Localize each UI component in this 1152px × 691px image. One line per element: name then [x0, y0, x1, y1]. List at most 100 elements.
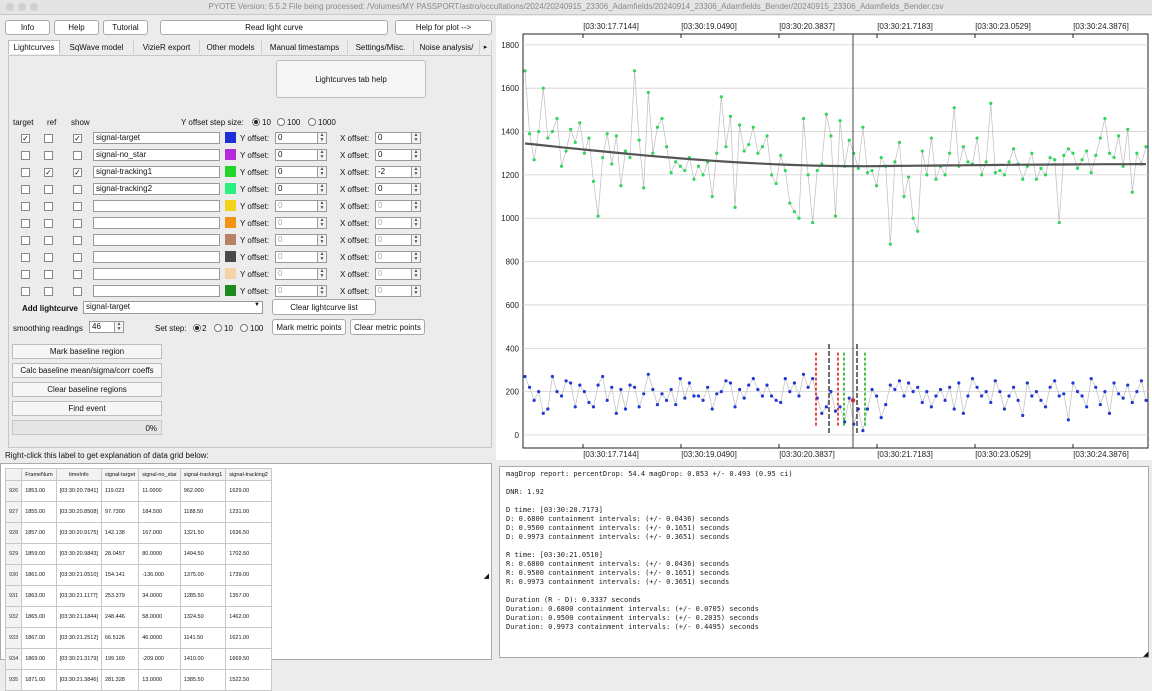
- table-cell[interactable]: 1871.00: [21, 669, 57, 691]
- step-1000-radio[interactable]: [308, 118, 316, 126]
- table-cell[interactable]: 1621.00: [225, 627, 272, 649]
- ref-checkbox[interactable]: [44, 202, 53, 211]
- table-cell[interactable]: 1739.00: [225, 564, 272, 586]
- column-header[interactable]: signal-no_star: [138, 468, 181, 481]
- column-header[interactable]: FrameNum: [21, 468, 57, 481]
- table-cell[interactable]: 1865.00: [21, 606, 57, 628]
- step-100-radio[interactable]: [277, 118, 285, 126]
- smoothing-readings-input[interactable]: 46: [89, 321, 115, 333]
- table-cell[interactable]: 11.0000: [138, 480, 181, 502]
- table-cell[interactable]: 1285.50: [179, 585, 227, 607]
- table-cell[interactable]: 1636.50: [225, 522, 272, 544]
- calc-baseline-button[interactable]: Calc baseline mean/sigma/corr coeffs: [12, 363, 162, 378]
- setstep-100-radio[interactable]: [240, 324, 248, 332]
- target-checkbox[interactable]: [21, 202, 30, 211]
- table-row[interactable]: 927 1855.00 [03:30:20.8508] 97.7300 184.500 1…: [4, 501, 272, 523]
- yoffset-input[interactable]: 0: [275, 183, 318, 195]
- table-cell[interactable]: 13.0000: [138, 669, 181, 691]
- row-header[interactable]: 927: [4, 501, 23, 523]
- target-checkbox[interactable]: [21, 253, 30, 262]
- table-cell[interactable]: 58.0000: [138, 606, 181, 628]
- step-10-radio[interactable]: [252, 118, 260, 126]
- show-checkbox[interactable]: [73, 185, 82, 194]
- row-header[interactable]: 930: [4, 564, 23, 586]
- row-header[interactable]: 935: [4, 669, 23, 691]
- target-checkbox[interactable]: [21, 270, 30, 279]
- yoffset-spinner[interactable]: ▲ ▼: [318, 149, 327, 161]
- target-checkbox[interactable]: [21, 219, 30, 228]
- table-cell[interactable]: 1669.50: [225, 648, 272, 670]
- table-cell[interactable]: 1861.00: [21, 564, 57, 586]
- row-header[interactable]: 926: [4, 480, 23, 502]
- help-for-plot-button[interactable]: Help for plot -->: [395, 20, 492, 35]
- table-cell[interactable]: -136.000: [138, 564, 181, 586]
- xoffset-spinner[interactable]: ▲ ▼: [412, 166, 421, 178]
- table-cell[interactable]: 1857.00: [21, 522, 57, 544]
- lightcurve-color-swatch[interactable]: [225, 268, 236, 279]
- ref-checkbox[interactable]: [44, 219, 53, 228]
- table-row[interactable]: 930 1861.00 [03:30:21.0510] 154.141 -136.000…: [4, 564, 272, 586]
- ref-checkbox[interactable]: [44, 236, 53, 245]
- xoffset-spinner[interactable]: ▲ ▼: [412, 183, 421, 195]
- table-cell[interactable]: [03:30:21.1844]: [55, 606, 102, 628]
- yoffset-input[interactable]: 0: [275, 166, 318, 178]
- row-header[interactable]: 932: [4, 606, 23, 628]
- table-cell[interactable]: 1869.00: [21, 648, 57, 670]
- table-cell[interactable]: 1702.50: [225, 543, 272, 565]
- read-light-curve-button[interactable]: Read light curve: [160, 20, 388, 35]
- tutorial-button[interactable]: Tutorial: [103, 20, 148, 35]
- xoffset-input[interactable]: 0: [375, 183, 412, 195]
- table-row[interactable]: 932 1865.00 [03:30:21.1844] 248.446 58.0000 1…: [4, 606, 272, 628]
- ref-checkbox[interactable]: [44, 151, 53, 160]
- tab-scroll-right-icon[interactable]: ▸: [480, 40, 492, 54]
- table-cell[interactable]: 97.7300: [100, 501, 140, 523]
- ref-checkbox[interactable]: [44, 270, 53, 279]
- ref-checkbox[interactable]: [44, 253, 53, 262]
- xoffset-input[interactable]: 0: [375, 234, 412, 246]
- table-cell[interactable]: 281.328: [100, 669, 140, 691]
- row-header[interactable]: 929: [4, 543, 23, 565]
- column-header[interactable]: signal-target: [100, 468, 140, 481]
- table-cell[interactable]: 1375.00: [179, 564, 227, 586]
- xoffset-spinner[interactable]: ▲ ▼: [412, 268, 421, 280]
- table-cell[interactable]: 66.5126: [100, 627, 140, 649]
- yoffset-spinner[interactable]: ▲ ▼: [318, 217, 327, 229]
- table-row[interactable]: 928 1857.00 [03:30:20.9175] 142.138 167.000 1…: [4, 522, 272, 544]
- xoffset-spinner[interactable]: ▲ ▼: [412, 200, 421, 212]
- find-event-button[interactable]: Find event: [12, 401, 162, 416]
- clear-lightcurve-list-button[interactable]: Clear lightcurve list: [272, 299, 376, 315]
- table-cell[interactable]: 1321.50: [179, 522, 227, 544]
- lightcurve-plot[interactable]: 0 200 400 600 800 1000 1200 1400 1600 1800 [03:30:…: [496, 16, 1152, 460]
- table-row[interactable]: 926 1853.00 [03:30:20.7841] 119.023 11.0000 9…: [4, 480, 272, 502]
- table-cell[interactable]: 248.446: [100, 606, 140, 628]
- lightcurve-color-swatch[interactable]: [225, 285, 236, 296]
- table-row[interactable]: 931 1863.00 [03:30:21.1177] 253.379 34.0000 1…: [4, 585, 272, 607]
- table-row[interactable]: 929 1859.00 [03:30:20.9843] 28.0457 80.0000 1…: [4, 543, 272, 565]
- xoffset-input[interactable]: 0: [375, 200, 412, 212]
- lightcurve-color-swatch[interactable]: [225, 251, 236, 262]
- row-header[interactable]: 933: [4, 627, 23, 649]
- table-cell[interactable]: 1855.00: [21, 501, 57, 523]
- xoffset-input[interactable]: -2: [375, 166, 412, 178]
- lightcurve-color-swatch[interactable]: [225, 183, 236, 194]
- yoffset-input[interactable]: 0: [275, 132, 318, 144]
- table-cell[interactable]: 34.0000: [138, 585, 181, 607]
- xoffset-spinner[interactable]: ▲ ▼: [412, 234, 421, 246]
- show-checkbox[interactable]: [73, 287, 82, 296]
- lightcurve-color-swatch[interactable]: [225, 132, 236, 143]
- show-checkbox[interactable]: [73, 270, 82, 279]
- yoffset-spinner[interactable]: ▲ ▼: [318, 268, 327, 280]
- column-header[interactable]: signal-tracking1: [179, 468, 227, 481]
- target-checkbox[interactable]: ✓: [21, 134, 30, 143]
- table-cell[interactable]: [03:30:20.7841]: [55, 480, 102, 502]
- yoffset-spinner[interactable]: ▲ ▼: [318, 234, 327, 246]
- show-checkbox[interactable]: [73, 202, 82, 211]
- table-cell[interactable]: 184.500: [138, 501, 181, 523]
- table-cell[interactable]: 1867.00: [21, 627, 57, 649]
- table-cell[interactable]: 1522.50: [225, 669, 272, 691]
- xoffset-spinner[interactable]: ▲ ▼: [412, 217, 421, 229]
- table-cell[interactable]: 167.000: [138, 522, 181, 544]
- mark-baseline-region-button[interactable]: Mark baseline region: [12, 344, 162, 359]
- table-cell[interactable]: 46.0000: [138, 627, 181, 649]
- show-checkbox[interactable]: [73, 236, 82, 245]
